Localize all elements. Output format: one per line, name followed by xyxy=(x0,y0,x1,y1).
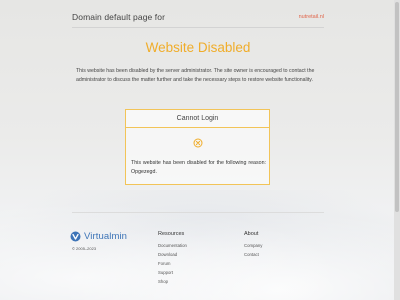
resources-title: Resources xyxy=(158,231,185,237)
link-documentation[interactable]: Documentation xyxy=(158,241,187,250)
link-forum[interactable]: Forum xyxy=(158,259,187,268)
link-support[interactable]: Support xyxy=(158,268,187,277)
header-divider xyxy=(72,27,324,28)
disabled-reason: This website has been disabled for the f… xyxy=(131,160,266,175)
page-headline: Website Disabled xyxy=(145,40,251,55)
footer-resources: Resources Documentation Download Forum S… xyxy=(158,231,187,286)
link-contact[interactable]: Contact xyxy=(244,250,262,259)
header-title: Domain default page for xyxy=(72,12,166,22)
card-title: Cannot Login xyxy=(126,110,269,128)
x-circle-icon xyxy=(193,138,203,148)
header-domain: nutretail.nl xyxy=(298,14,324,20)
link-shop[interactable]: Shop xyxy=(158,277,187,286)
footer-divider xyxy=(72,212,324,213)
virtualmin-logo-icon xyxy=(70,231,81,241)
scrollbar[interactable] xyxy=(394,0,400,300)
footer-about: About Company Contact xyxy=(244,231,262,259)
copyright: © 2005–2023 xyxy=(72,246,97,251)
scrollbar-thumb[interactable] xyxy=(395,2,399,212)
link-company[interactable]: Company xyxy=(244,241,262,250)
background-snow xyxy=(0,190,400,300)
about-title: About xyxy=(244,231,259,237)
brand[interactable]: Virtualmin xyxy=(70,229,127,243)
link-download[interactable]: Download xyxy=(158,250,187,259)
login-card: Cannot Login This website has been disab… xyxy=(125,109,270,185)
page-header: Domain default page for nutretail.nl xyxy=(72,10,324,24)
brand-name: Virtualmin xyxy=(84,230,128,242)
disabled-message: This website has been disabled by the se… xyxy=(76,68,315,83)
